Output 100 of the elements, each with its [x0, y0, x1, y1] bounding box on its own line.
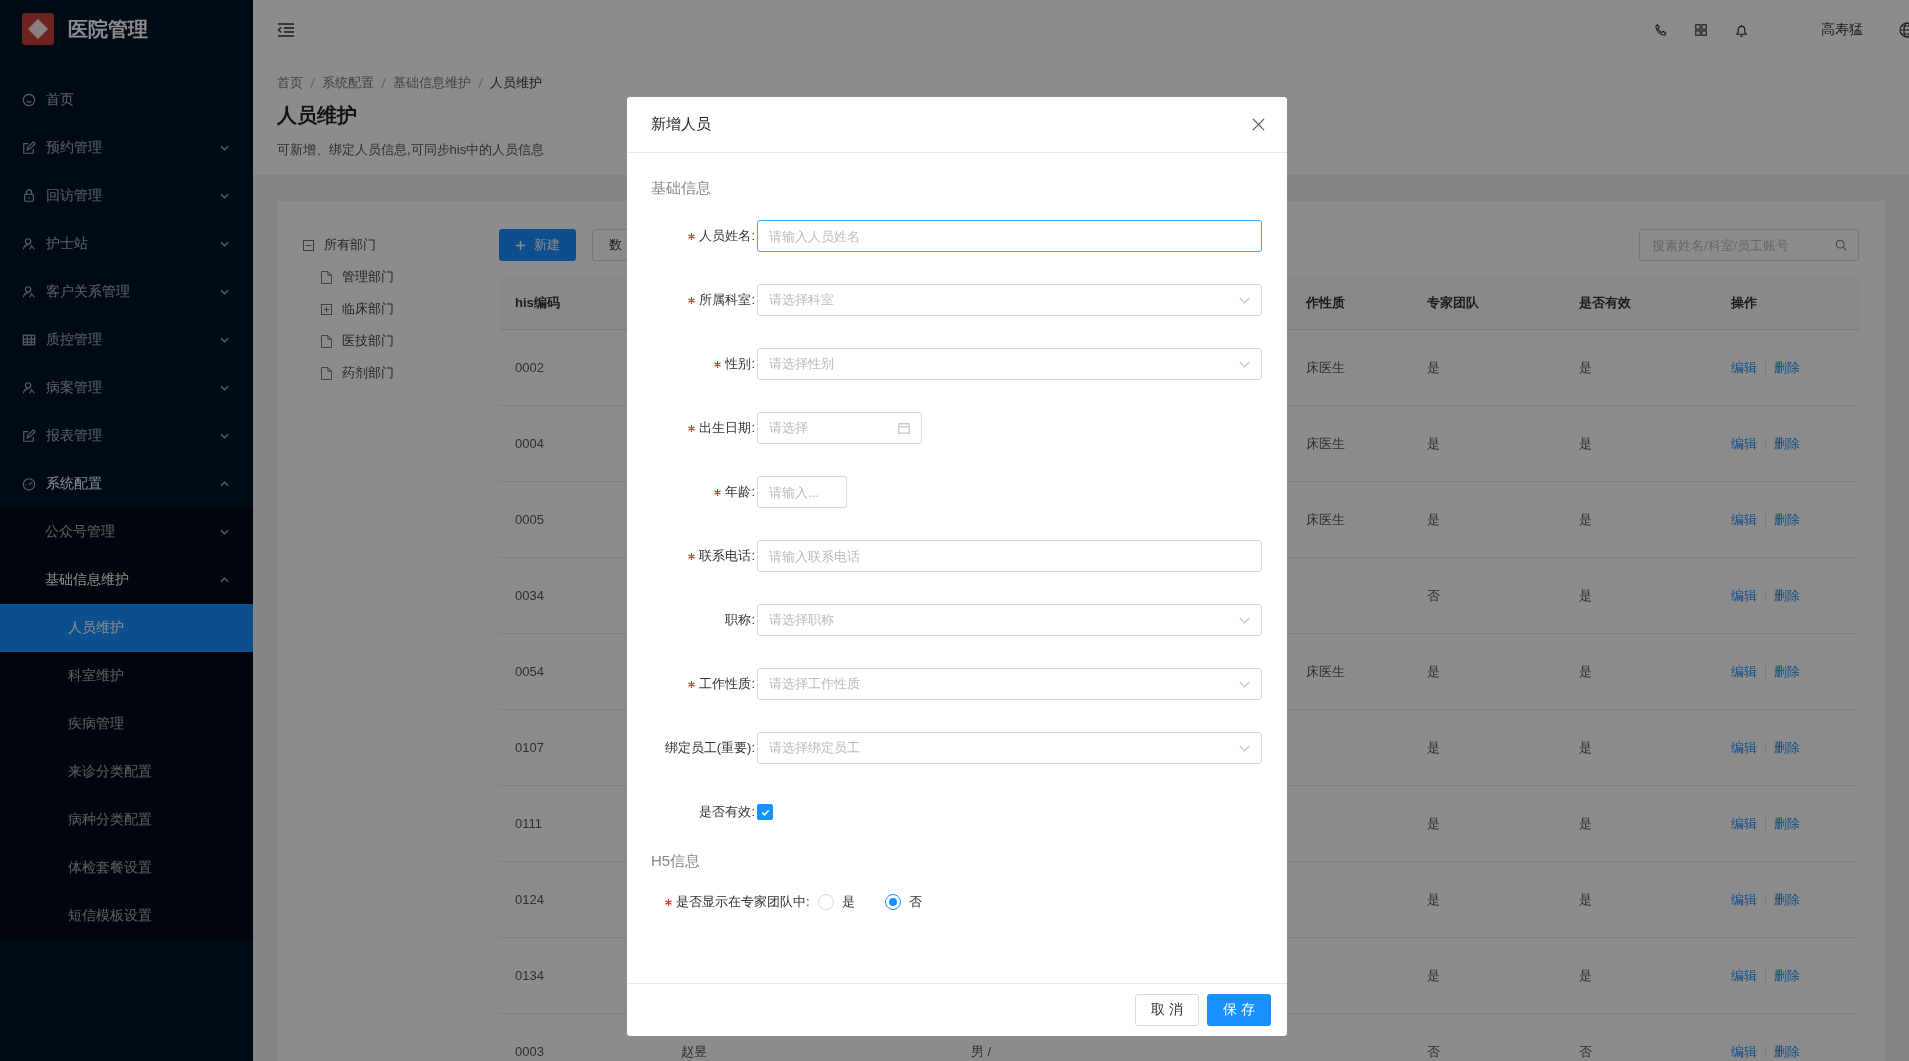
save-button[interactable]: 保 存 — [1207, 994, 1271, 1026]
edit-link[interactable]: 编辑 — [1731, 662, 1757, 681]
checkbox[interactable] — [757, 804, 773, 820]
tree-node[interactable]: 管理部门 — [303, 261, 499, 293]
file-icon — [321, 334, 332, 348]
sidebar-item[interactable]: 基础信息维护 — [0, 556, 253, 604]
cancel-button[interactable]: 取 消 — [1135, 994, 1199, 1026]
sidebar-item[interactable]: 体检套餐设置 — [0, 844, 253, 892]
column-header: 专家团队 — [1426, 294, 1480, 312]
new-button[interactable]: 新建 — [499, 229, 576, 261]
edit-link[interactable]: 编辑 — [1731, 586, 1757, 605]
table-cell-text: 床医生 — [1305, 662, 1346, 681]
sidebar-item[interactable]: 病案管理 — [0, 364, 253, 412]
edit-link[interactable]: 编辑 — [1731, 814, 1757, 833]
table-cell-text: 是 — [1426, 434, 1441, 453]
column-header: 操作 — [1730, 294, 1758, 312]
select-field[interactable]: 请选择科室 — [757, 284, 1262, 316]
date-field[interactable]: 请选择 — [757, 412, 922, 444]
form-label: 性别: — [725, 355, 755, 373]
form-label: 年龄: — [725, 483, 755, 501]
table-cell-text: 是 — [1578, 966, 1593, 985]
sidebar-item[interactable]: 公众号管理 — [0, 508, 253, 556]
table-cell-text: 是 — [1426, 890, 1441, 909]
select-field[interactable]: 请选择工作性质 — [757, 668, 1262, 700]
table-cell-text: 0004 — [514, 436, 545, 451]
minus-box-icon[interactable] — [303, 239, 314, 251]
tree-node[interactable]: 医技部门 — [303, 325, 499, 357]
sidebar-item[interactable]: 首页 — [0, 76, 253, 124]
search-icon[interactable] — [1835, 239, 1847, 251]
tree-node[interactable]: 所有部门 — [303, 229, 499, 261]
sidebar-item[interactable]: 报表管理 — [0, 412, 253, 460]
menu-fold-icon[interactable] — [277, 23, 295, 37]
delete-link[interactable]: 删除 — [1774, 966, 1800, 985]
calendar-icon — [898, 422, 910, 434]
delete-link[interactable]: 删除 — [1774, 1042, 1800, 1061]
form-label: 所属科室: — [699, 291, 755, 309]
select-field[interactable]: 请选择性别 — [757, 348, 1262, 380]
text-field[interactable]: 请输入... — [757, 476, 847, 508]
edit-link[interactable]: 编辑 — [1731, 434, 1757, 453]
sidebar-item[interactable]: 疾病管理 — [0, 700, 253, 748]
phone-icon[interactable] — [1654, 23, 1668, 37]
dialog-title: 新增人员 — [651, 115, 711, 134]
breadcrumb-item[interactable]: 基础信息维护 — [393, 74, 471, 92]
table-cell-text: 0111 — [514, 816, 543, 831]
sidebar-item[interactable]: 人员维护 — [0, 604, 253, 652]
chevron-icon — [1239, 360, 1250, 368]
sidebar-item[interactable]: 系统配置 — [0, 460, 253, 508]
tree-node[interactable]: 药剂部门 — [303, 357, 499, 389]
delete-link[interactable]: 删除 — [1774, 510, 1800, 529]
select-field[interactable]: 请选择职称 — [757, 604, 1262, 636]
grid-icon[interactable] — [1694, 23, 1708, 37]
tree-node[interactable]: 临床部门 — [303, 293, 499, 325]
sidebar-item[interactable]: 质控管理 — [0, 316, 253, 364]
table-cell-text: 床医生 — [1305, 434, 1346, 453]
edit-link[interactable]: 编辑 — [1731, 890, 1757, 909]
column-header: 是否有效 — [1578, 294, 1632, 312]
edit-link[interactable]: 编辑 — [1731, 510, 1757, 529]
radio-label[interactable]: 否 — [908, 893, 922, 911]
edit-link[interactable]: 编辑 — [1731, 966, 1757, 985]
delete-link[interactable]: 删除 — [1774, 434, 1800, 453]
sidebar-item[interactable]: 回访管理 — [0, 172, 253, 220]
sidebar-item[interactable]: 科室维护 — [0, 652, 253, 700]
breadcrumb-item[interactable]: 系统配置 — [322, 74, 374, 92]
table-cell-text: 男 / — [970, 1042, 993, 1061]
table-cell-text: 是 — [1578, 434, 1593, 453]
delete-link[interactable]: 删除 — [1774, 586, 1800, 605]
plus-icon — [515, 239, 526, 251]
breadcrumb-item: 人员维护 — [490, 74, 542, 92]
form-label: 人员姓名: — [699, 227, 755, 245]
table-cell-text: 否 — [1426, 586, 1441, 605]
edit-link[interactable]: 编辑 — [1731, 358, 1757, 377]
delete-link[interactable]: 删除 — [1774, 358, 1800, 377]
delete-link[interactable]: 删除 — [1774, 662, 1800, 681]
edit-link[interactable]: 编辑 — [1731, 738, 1757, 757]
edit-link[interactable]: 编辑 — [1731, 1042, 1757, 1061]
sidebar-item[interactable]: 短信模板设置 — [0, 892, 253, 940]
sidebar-item[interactable]: 预约管理 — [0, 124, 253, 172]
table-cell-text: 0124 — [514, 892, 545, 907]
chevron-icon — [1239, 744, 1250, 752]
radio-label[interactable]: 是 — [841, 893, 855, 911]
bell-icon[interactable] — [1734, 22, 1749, 38]
sidebar-item[interactable]: 病种分类配置 — [0, 796, 253, 844]
section-title: H5信息 — [651, 852, 702, 871]
plus-box-icon[interactable] — [321, 303, 332, 315]
sidebar-item[interactable]: 来诊分类配置 — [0, 748, 253, 796]
user-name[interactable]: 高寿猛 — [1821, 21, 1863, 39]
text-field[interactable]: 请输入人员姓名 — [757, 220, 1262, 252]
select-field[interactable]: 请选择绑定员工 — [757, 732, 1262, 764]
delete-link[interactable]: 删除 — [1774, 890, 1800, 909]
delete-link[interactable]: 删除 — [1774, 738, 1800, 757]
delete-link[interactable]: 删除 — [1774, 814, 1800, 833]
table-cell-text: 是 — [1578, 662, 1593, 681]
close-icon[interactable] — [1252, 118, 1265, 131]
table-cell-text: 0134 — [514, 968, 545, 983]
app-title: 医院管理 — [68, 16, 148, 42]
breadcrumb-item[interactable]: 首页 — [277, 74, 303, 92]
sidebar-item[interactable]: 客户关系管理 — [0, 268, 253, 316]
text-field[interactable]: 请输入联系电话 — [757, 540, 1262, 572]
file-icon — [321, 270, 332, 284]
sidebar-item[interactable]: 护士站 — [0, 220, 253, 268]
